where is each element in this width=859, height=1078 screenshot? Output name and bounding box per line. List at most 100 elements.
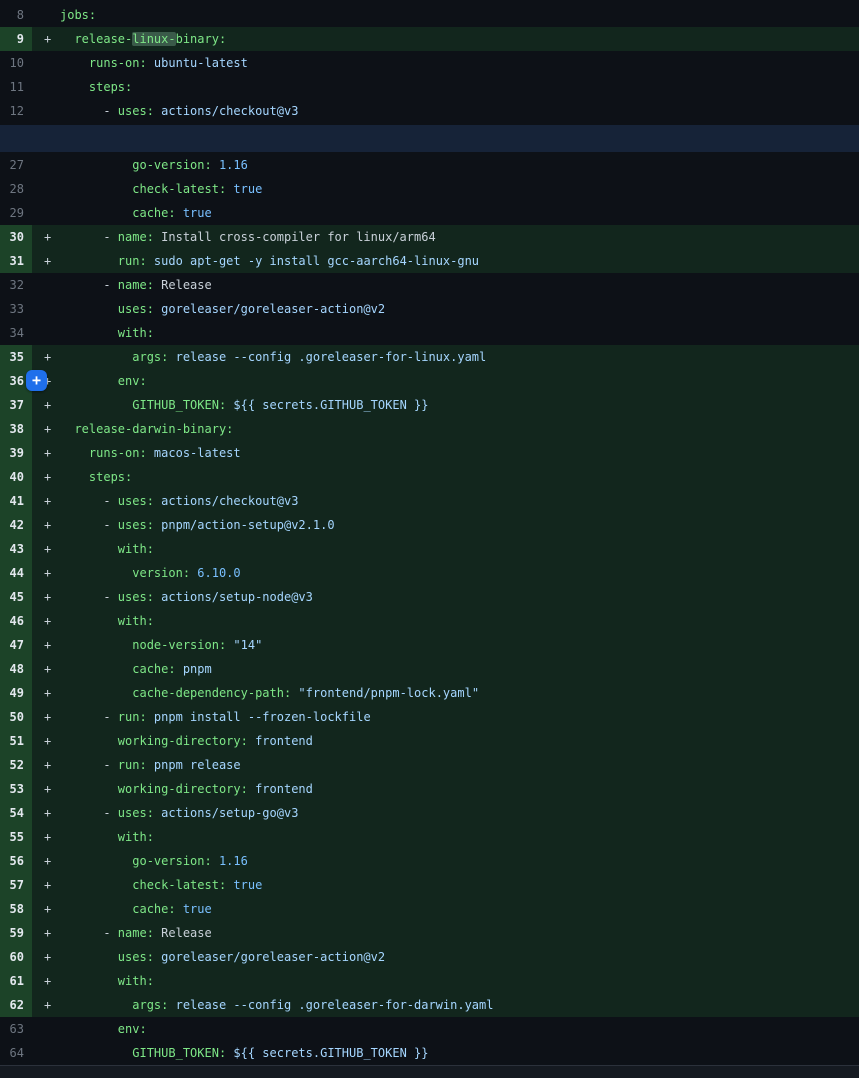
code-token: release- <box>74 32 132 46</box>
line-number[interactable]: 34 <box>0 321 32 345</box>
code-token <box>60 686 132 700</box>
diff-row: 43+ with: <box>0 537 859 561</box>
line-number[interactable]: 29 <box>0 201 32 225</box>
code-token <box>60 32 74 46</box>
code-token: "14" <box>226 638 262 652</box>
code-token <box>60 206 132 220</box>
code-token: pnpm/action-setup@v2.1.0 <box>154 518 335 532</box>
line-number[interactable]: 37 <box>0 393 32 417</box>
code-token <box>60 566 132 580</box>
line-number[interactable]: 56 <box>0 849 32 873</box>
code-line: run: sudo apt-get -y install gcc-aarch64… <box>60 249 859 273</box>
code-line: - name: Release <box>60 921 859 945</box>
line-number[interactable]: 40 <box>0 465 32 489</box>
line-number[interactable]: 54 <box>0 801 32 825</box>
line-number[interactable]: 31 <box>0 249 32 273</box>
line-number[interactable]: 46 <box>0 609 32 633</box>
context-line-marker <box>32 153 60 177</box>
code-line: check-latest: true <box>60 177 859 201</box>
code-line: cache: true <box>60 897 859 921</box>
diff-row: 32 - name: Release <box>0 273 859 297</box>
line-number[interactable]: 55 <box>0 825 32 849</box>
line-number[interactable]: 35 <box>0 345 32 369</box>
code-token: release --config .goreleaser-for-darwin.… <box>168 998 493 1012</box>
line-number[interactable]: 33 <box>0 297 32 321</box>
code-line: - run: pnpm install --frozen-lockfile <box>60 705 859 729</box>
line-number[interactable]: 58 <box>0 897 32 921</box>
code-token: Install cross-compiler for linux/arm64 <box>154 230 436 244</box>
added-line-marker: + <box>32 513 60 537</box>
line-number[interactable]: 61 <box>0 969 32 993</box>
line-number[interactable]: 51 <box>0 729 32 753</box>
line-number[interactable]: 32 <box>0 273 32 297</box>
diff-row: 39+ runs-on: macos-latest <box>0 441 859 465</box>
line-number[interactable]: 44 <box>0 561 32 585</box>
diff-row: 37+ GITHUB_TOKEN: ${{ secrets.GITHUB_TOK… <box>0 393 859 417</box>
diff-row: 29 cache: true <box>0 201 859 225</box>
diff-row: 49+ cache-dependency-path: "frontend/pnp… <box>0 681 859 705</box>
line-number[interactable]: 62 <box>0 993 32 1017</box>
line-number[interactable]: 39 <box>0 441 32 465</box>
code-token: frontend <box>248 734 313 748</box>
code-token: name: <box>118 926 154 940</box>
code-token: 1.16 <box>212 158 248 172</box>
add-comment-button[interactable]: + <box>26 370 47 391</box>
line-number[interactable]: 52 <box>0 753 32 777</box>
line-number[interactable]: 48 <box>0 657 32 681</box>
line-number[interactable]: 42 <box>0 513 32 537</box>
code-token: pnpm release <box>147 758 241 772</box>
diff-row: 47+ node-version: "14" <box>0 633 859 657</box>
context-line-marker <box>32 297 60 321</box>
line-number[interactable]: 45 <box>0 585 32 609</box>
code-token <box>60 1022 118 1036</box>
code-line: GITHUB_TOKEN: ${{ secrets.GITHUB_TOKEN }… <box>60 1041 859 1065</box>
line-number[interactable]: 11 <box>0 75 32 99</box>
code-token: GITHUB_TOKEN: <box>132 398 226 412</box>
context-line-marker <box>32 3 60 27</box>
line-number[interactable]: 30 <box>0 225 32 249</box>
line-number[interactable]: 50 <box>0 705 32 729</box>
code-line: env: <box>60 1017 859 1041</box>
context-line-marker <box>32 321 60 345</box>
code-token: runs-on: <box>89 56 147 70</box>
line-number[interactable]: 41 <box>0 489 32 513</box>
line-number[interactable]: 43 <box>0 537 32 561</box>
line-number[interactable]: 9 <box>0 27 32 51</box>
line-number[interactable]: 28 <box>0 177 32 201</box>
line-number[interactable]: 53 <box>0 777 32 801</box>
line-number[interactable]: 12 <box>0 99 32 123</box>
line-number[interactable]: 63 <box>0 1017 32 1041</box>
code-token: with: <box>118 974 154 988</box>
code-line: with: <box>60 825 859 849</box>
line-number[interactable]: 8 <box>0 3 32 27</box>
line-number[interactable]: 27 <box>0 153 32 177</box>
code-token: with: <box>118 830 154 844</box>
code-line: node-version: "14" <box>60 633 859 657</box>
code-token: release --config .goreleaser-for-linux.y… <box>168 350 486 364</box>
line-number[interactable]: 49 <box>0 681 32 705</box>
line-number[interactable]: 57 <box>0 873 32 897</box>
diff-row: 11 steps: <box>0 75 859 99</box>
line-number[interactable]: 64 <box>0 1041 32 1065</box>
line-number[interactable]: 47 <box>0 633 32 657</box>
diff-row: 46+ with: <box>0 609 859 633</box>
code-line: release-linux-binary: <box>60 27 859 51</box>
code-token <box>60 614 118 628</box>
code-token: Release <box>154 278 212 292</box>
line-number[interactable]: 10 <box>0 51 32 75</box>
code-token <box>60 254 118 268</box>
code-line: with: <box>60 537 859 561</box>
line-number[interactable]: 59 <box>0 921 32 945</box>
line-number[interactable]: 60 <box>0 945 32 969</box>
expand-hidden-lines-band[interactable] <box>0 125 859 152</box>
code-token: uses: <box>118 518 154 532</box>
code-token: env: <box>118 374 147 388</box>
diff-row: 36+ env:+ <box>0 369 859 393</box>
code-token: ${{ secrets.GITHUB_TOKEN }} <box>226 398 428 412</box>
code-line: args: release --config .goreleaser-for-l… <box>60 345 859 369</box>
line-number[interactable]: 38 <box>0 417 32 441</box>
diff-viewer: 8jobs:9+ release-linux-binary:10 runs-on… <box>0 0 859 1078</box>
code-token: actions/checkout@v3 <box>154 104 299 118</box>
code-token: go-version: <box>132 854 211 868</box>
code-token: cache-dependency-path: <box>132 686 291 700</box>
